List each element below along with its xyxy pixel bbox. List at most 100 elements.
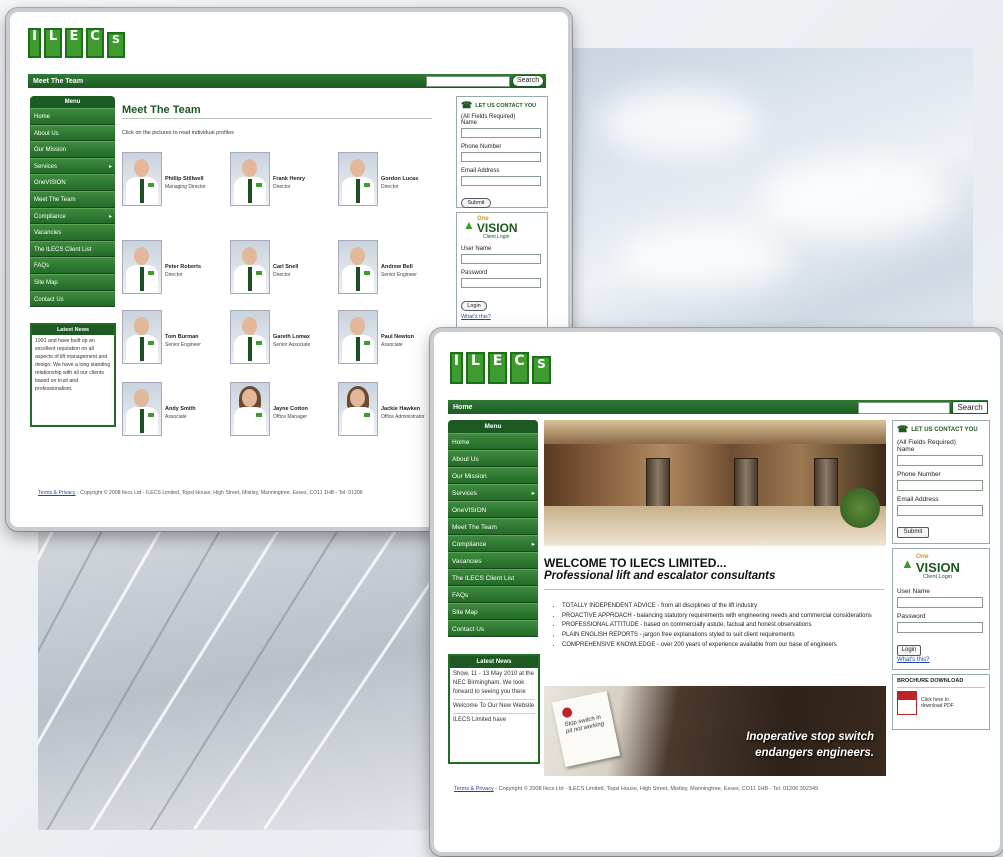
submit-button[interactable]: Submit <box>461 198 491 208</box>
menu-item[interactable]: OneVISION <box>30 174 115 191</box>
phone-field[interactable] <box>897 480 983 491</box>
logo-letter: L <box>44 28 62 58</box>
team-member-name[interactable]: Peter Roberts <box>165 264 201 270</box>
name-label: Name <box>461 120 478 126</box>
onevision-arrow-icon: ▲ <box>463 218 475 232</box>
search-input[interactable] <box>426 76 510 87</box>
menu-item[interactable]: About Us <box>448 450 538 467</box>
search-button[interactable]: Search <box>952 401 988 414</box>
menu-item[interactable]: Meet The Team <box>30 190 115 208</box>
team-member-card[interactable]: Andy Smith Associate <box>122 382 196 436</box>
terms-link[interactable]: Terms & Privacy <box>38 490 75 496</box>
news-item[interactable]: Welcome To Our New Website <box>453 702 535 714</box>
password-field[interactable] <box>897 621 983 633</box>
email-field[interactable] <box>461 176 541 186</box>
menu-item[interactable]: Compliance ▸ <box>448 535 538 552</box>
menu-item[interactable]: The ILECS Client List <box>448 569 538 586</box>
menu-item[interactable]: Services ▸ <box>448 484 538 501</box>
team-member-photo[interactable] <box>230 310 270 364</box>
whats-this-link[interactable]: What's this? <box>897 657 985 663</box>
team-member-card[interactable]: Andrew Bell Senior Engineer <box>338 240 417 294</box>
team-member-name[interactable]: Carl Snell <box>273 264 298 270</box>
menu-item-label: About Us <box>452 456 479 463</box>
password-field[interactable] <box>461 278 541 288</box>
menu-item[interactable]: OneVISION <box>448 501 538 518</box>
team-member-name[interactable]: Gareth Lomax <box>273 334 310 340</box>
whats-this-link[interactable]: What's this? <box>461 314 543 320</box>
team-member-photo[interactable] <box>338 152 378 206</box>
menu-item[interactable]: The ILECS Client List <box>30 240 115 258</box>
stop-switch-banner[interactable]: Stop switch in pit not working Inoperati… <box>544 686 886 776</box>
menu-head: Menu <box>448 420 538 433</box>
menu-item[interactable]: Vacancies <box>448 552 538 569</box>
team-member-card[interactable]: Jackie Hawken Office Administrator <box>338 382 425 436</box>
team-member-photo[interactable] <box>230 152 270 206</box>
team-member-name[interactable]: Frank Henry <box>273 176 305 182</box>
menu-item[interactable]: Our Mission <box>30 141 115 158</box>
team-member-name[interactable]: Jackie Hawken <box>381 406 425 412</box>
team-member-photo[interactable] <box>338 310 378 364</box>
menu-item[interactable]: Vacancies <box>30 224 115 241</box>
brochure-download-link[interactable]: Click here to download PDF <box>897 691 985 715</box>
name-field[interactable] <box>897 455 983 466</box>
phone-field[interactable] <box>461 152 541 162</box>
team-member-photo[interactable] <box>338 382 378 436</box>
team-member-photo[interactable] <box>122 310 162 364</box>
news-item[interactable]: ILECS Limited have <box>453 716 535 725</box>
menu-item[interactable]: Contact Us <box>30 290 115 308</box>
team-member-card[interactable]: Jayne Cotton Office Manager <box>230 382 308 436</box>
menu-item[interactable]: Contact Us <box>448 620 538 637</box>
menu-item[interactable]: Home <box>30 108 115 125</box>
menu-item[interactable]: Site Map <box>448 603 538 620</box>
login-button[interactable]: Login <box>461 301 487 311</box>
team-member-name[interactable]: Jayne Cotton <box>273 406 308 412</box>
menu-item[interactable]: Home <box>448 433 538 450</box>
team-member-photo[interactable] <box>230 382 270 436</box>
team-member-photo[interactable] <box>122 382 162 436</box>
latest-news-box: Latest News Show, 11 - 13 May 2010 at th… <box>448 654 540 764</box>
team-member-photo[interactable] <box>122 240 162 294</box>
terms-link[interactable]: Terms & Privacy <box>454 786 494 792</box>
login-button[interactable]: Login <box>897 644 921 656</box>
menu-item[interactable]: Services ▸ <box>30 157 115 175</box>
team-member-card[interactable]: Paul Newton Associate <box>338 310 414 364</box>
team-member-name[interactable]: Phillip Stillwell <box>165 176 206 182</box>
news-item[interactable]: Show, 11 - 13 May 2010 at the NEC Birmin… <box>453 670 535 700</box>
search-input[interactable] <box>858 402 950 414</box>
lift-lobby-hero-image <box>544 420 886 546</box>
team-member-name[interactable]: Paul Newton <box>381 334 414 340</box>
ilecs-logo[interactable]: I L E C S <box>450 352 551 384</box>
menu-item[interactable]: Site Map <box>30 273 115 291</box>
menu-item[interactable]: FAQs <box>448 586 538 603</box>
team-member-card[interactable]: Phillip Stillwell Managing Director <box>122 152 206 206</box>
team-member-card[interactable]: Gordon Lucas Director <box>338 152 418 206</box>
team-member-name[interactable]: Tom Burman <box>165 334 201 340</box>
menu-item[interactable]: Our Mission <box>448 467 538 484</box>
team-member-card[interactable]: Carl Snell Director <box>230 240 298 294</box>
email-field[interactable] <box>897 505 983 516</box>
contact-title: ☎ LET US CONTACT YOU <box>461 100 543 111</box>
menu-item[interactable]: Compliance ▸ <box>30 207 115 225</box>
menu-item[interactable]: About Us <box>30 124 115 142</box>
menu-item[interactable]: Meet The Team <box>448 518 538 535</box>
team-member-photo[interactable] <box>122 152 162 206</box>
menu-item[interactable]: FAQs <box>30 257 115 274</box>
team-member-name[interactable]: Andy Smith <box>165 406 196 412</box>
team-member-card[interactable]: Gareth Lomax Senior Associate <box>230 310 310 364</box>
team-member-card[interactable]: Peter Roberts Director <box>122 240 201 294</box>
team-member-photo[interactable] <box>230 240 270 294</box>
ilecs-logo[interactable]: I L E C S <box>28 28 125 58</box>
username-field[interactable] <box>461 254 541 264</box>
menu-item-label: Services <box>34 163 58 170</box>
search-button[interactable]: Search <box>512 75 544 87</box>
team-member-card[interactable]: Frank Henry Director <box>230 152 305 206</box>
team-member-name[interactable]: Andrew Bell <box>381 264 417 270</box>
team-member-name[interactable]: Gordon Lucas <box>381 176 418 182</box>
name-field[interactable] <box>461 128 541 138</box>
menu-item-label: Contact Us <box>452 626 485 633</box>
team-member-role: Office Administrator <box>381 414 425 420</box>
submit-button[interactable]: Submit <box>897 527 929 538</box>
team-member-photo[interactable] <box>338 240 378 294</box>
username-field[interactable] <box>897 596 983 608</box>
team-member-card[interactable]: Tom Burman Senior Engineer <box>122 310 201 364</box>
